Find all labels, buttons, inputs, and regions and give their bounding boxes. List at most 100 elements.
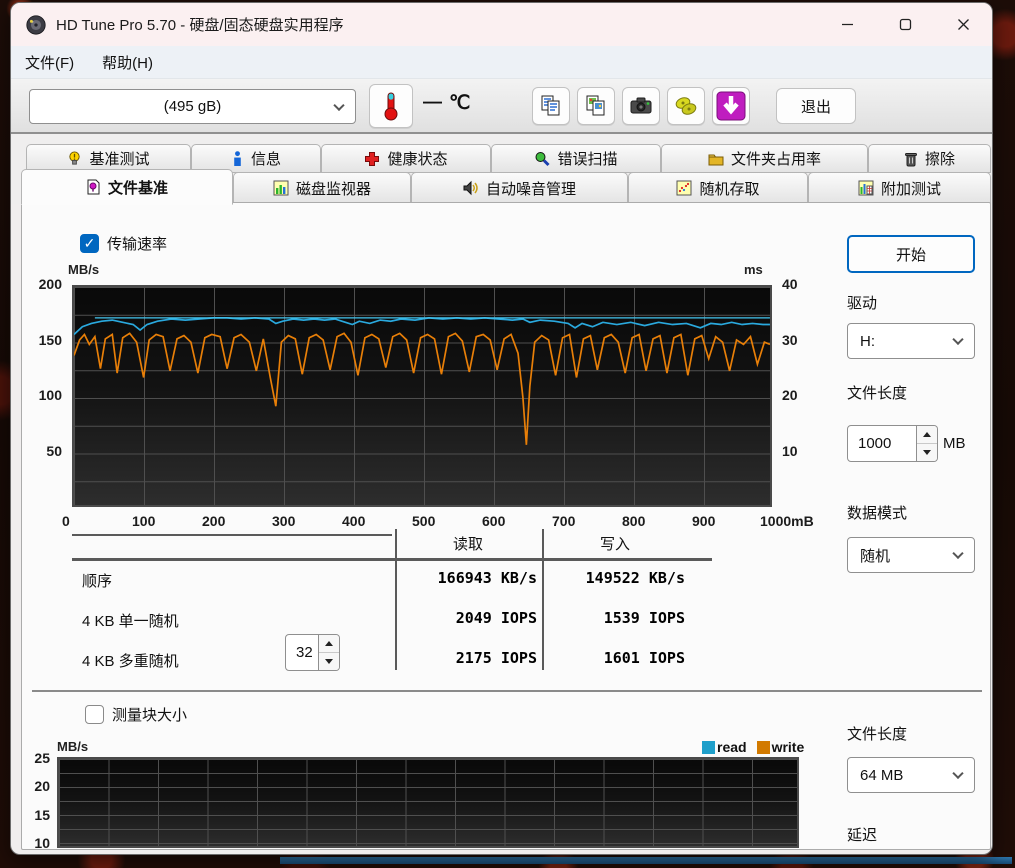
folder-icon xyxy=(708,154,724,165)
stepper-up-button[interactable] xyxy=(319,635,339,652)
axis-tick: 100 xyxy=(132,513,156,529)
section-separator xyxy=(32,690,982,692)
checkbox-unchecked-icon xyxy=(85,705,104,724)
copy-image-icon xyxy=(586,95,605,116)
transfer-rate-chart xyxy=(72,285,772,507)
titlebar: HD Tune Pro 5.70 - 硬盘/固态硬盘实用程序 xyxy=(11,3,992,46)
file-length-value[interactable]: 1000 xyxy=(847,425,917,462)
queue-depth-value[interactable]: 32 xyxy=(285,634,319,671)
legend-swatch-icon xyxy=(756,740,770,754)
scatter-icon xyxy=(676,180,692,196)
axis-tick: 700 xyxy=(552,513,576,529)
app-window: HD Tune Pro 5.70 - 硬盘/固态硬盘实用程序 文件(F) 帮助(… xyxy=(10,2,993,855)
arrow-down-icon xyxy=(325,659,333,664)
y-axis-unit-left: MB/s xyxy=(68,262,100,277)
data-mode-select[interactable]: 随机 xyxy=(847,537,975,573)
table-header-line xyxy=(72,558,712,561)
start-button[interactable]: 开始 xyxy=(847,235,975,273)
tab-disk-monitor[interactable]: 磁盘监视器 xyxy=(233,172,411,204)
chart-legend: read write xyxy=(702,739,804,755)
block-file-length-select[interactable]: 64 MB xyxy=(847,757,975,793)
axis-tick: 200 xyxy=(202,513,226,529)
tab-label: 文件夹占用率 xyxy=(730,151,821,168)
axis-tick: 15 xyxy=(34,806,50,823)
axis-tick: 100 xyxy=(38,387,62,403)
tab-erase[interactable]: 擦除 xyxy=(868,144,991,173)
screenshot-button[interactable] xyxy=(622,87,660,125)
copy-text-button[interactable] xyxy=(532,87,570,125)
axis-tick: 20 xyxy=(782,387,798,403)
tab-extra-tests[interactable]: 附加测试 xyxy=(808,172,991,204)
tabstrip: 基准测试 信息 健康状态 错误扫描 文件夹占用率 擦除 文件基准 磁盘监视器 自… xyxy=(11,134,992,205)
arrow-up-icon xyxy=(923,432,931,437)
col-header-write: 写入 xyxy=(599,536,631,553)
legend-swatch-icon xyxy=(702,740,715,754)
block-size-checkbox[interactable]: 测量块大小 xyxy=(85,704,187,725)
maximize-icon xyxy=(899,18,911,31)
table-vline-2 xyxy=(542,529,544,670)
sequential-read-value: 166943 KB/s xyxy=(437,569,537,587)
stepper-down-button[interactable] xyxy=(319,652,339,670)
axis-tick: 400 xyxy=(342,513,366,529)
axis-tick: 500 xyxy=(412,513,436,529)
series-write xyxy=(74,332,770,445)
download-button[interactable] xyxy=(712,87,750,125)
block-file-length-value: 64 MB xyxy=(860,766,904,784)
checkbox-checked-icon: ✓ xyxy=(80,234,99,253)
temperature-unit: ℃ xyxy=(449,93,471,114)
menu-file[interactable]: 文件(F) xyxy=(11,52,88,73)
file-length-unit: MB xyxy=(943,435,966,452)
magnifier-icon xyxy=(535,151,551,166)
exit-button[interactable]: 退出 xyxy=(776,88,856,124)
latency-label: 延迟 xyxy=(847,827,878,844)
camera-icon xyxy=(630,97,652,114)
drive-select-value: (495 gB) xyxy=(163,98,222,115)
4kb-single-write-value: 1539 IOPS xyxy=(603,609,685,627)
axis-tick: 20 xyxy=(34,778,50,795)
tab-folder-usage[interactable]: 文件夹占用率 xyxy=(661,144,868,173)
menubar: 文件(F) 帮助(H) xyxy=(11,46,992,79)
temperature-button[interactable] xyxy=(369,84,413,128)
save-disks-icon xyxy=(675,97,697,115)
block-chart-y-unit: MB/s xyxy=(57,739,89,754)
tab-aam[interactable]: 自动噪音管理 xyxy=(411,172,628,204)
axis-tick: 900 xyxy=(692,513,716,529)
toolbar: (495 gB) — ℃ 退出 xyxy=(11,79,992,134)
axis-tick: 800 xyxy=(622,513,646,529)
minimize-icon xyxy=(841,23,853,26)
file-length-label: 文件长度 xyxy=(847,385,908,402)
chevron-down-icon xyxy=(333,99,345,111)
close-button[interactable] xyxy=(934,3,992,46)
save-button[interactable] xyxy=(667,87,705,125)
block-size-chart xyxy=(57,757,799,848)
block-size-label: 测量块大小 xyxy=(112,707,188,724)
menu-help[interactable]: 帮助(H) xyxy=(88,52,167,73)
transfer-rate-checkbox[interactable]: ✓ 传输速率 xyxy=(80,233,167,254)
maximize-button[interactable] xyxy=(876,3,934,46)
copy-image-button[interactable] xyxy=(577,87,615,125)
minimize-button[interactable] xyxy=(818,3,876,46)
stepper-up-button[interactable] xyxy=(917,426,937,443)
arrow-down-icon xyxy=(923,450,931,455)
tab-label: 磁盘监视器 xyxy=(295,180,371,198)
stepper-down-button[interactable] xyxy=(917,443,937,461)
tab-random-access[interactable]: 随机存取 xyxy=(628,172,808,204)
axis-tick: 300 xyxy=(272,513,296,529)
file-length-stepper[interactable]: 1000 xyxy=(847,425,938,462)
tab-health[interactable]: 健康状态 xyxy=(321,144,491,173)
4kb-multi-write-value: 1601 IOPS xyxy=(603,649,685,667)
axis-tick: 10 xyxy=(782,442,798,459)
download-arrow-icon xyxy=(716,91,746,121)
health-cross-icon xyxy=(365,151,380,166)
drive-letter-select[interactable]: H: xyxy=(847,323,975,359)
drive-select[interactable]: (495 gB) xyxy=(29,89,356,124)
tab-file-benchmark[interactable]: 文件基准 xyxy=(21,169,233,205)
queue-depth-stepper[interactable]: 32 xyxy=(285,634,340,671)
axis-tick: 25 xyxy=(34,750,50,766)
file-benchmark-panel: ✓ 传输速率 MB/s ms 200 150 100 50 40 30 20 10 0 100 20… xyxy=(21,202,991,850)
tab-label: 基准测试 xyxy=(89,151,150,168)
axis-tick: 200 xyxy=(38,276,62,292)
4kb-multi-read-value: 2175 IOPS xyxy=(455,649,537,667)
chevron-down-icon xyxy=(952,767,964,780)
tab-error-scan[interactable]: 错误扫描 xyxy=(491,144,661,173)
